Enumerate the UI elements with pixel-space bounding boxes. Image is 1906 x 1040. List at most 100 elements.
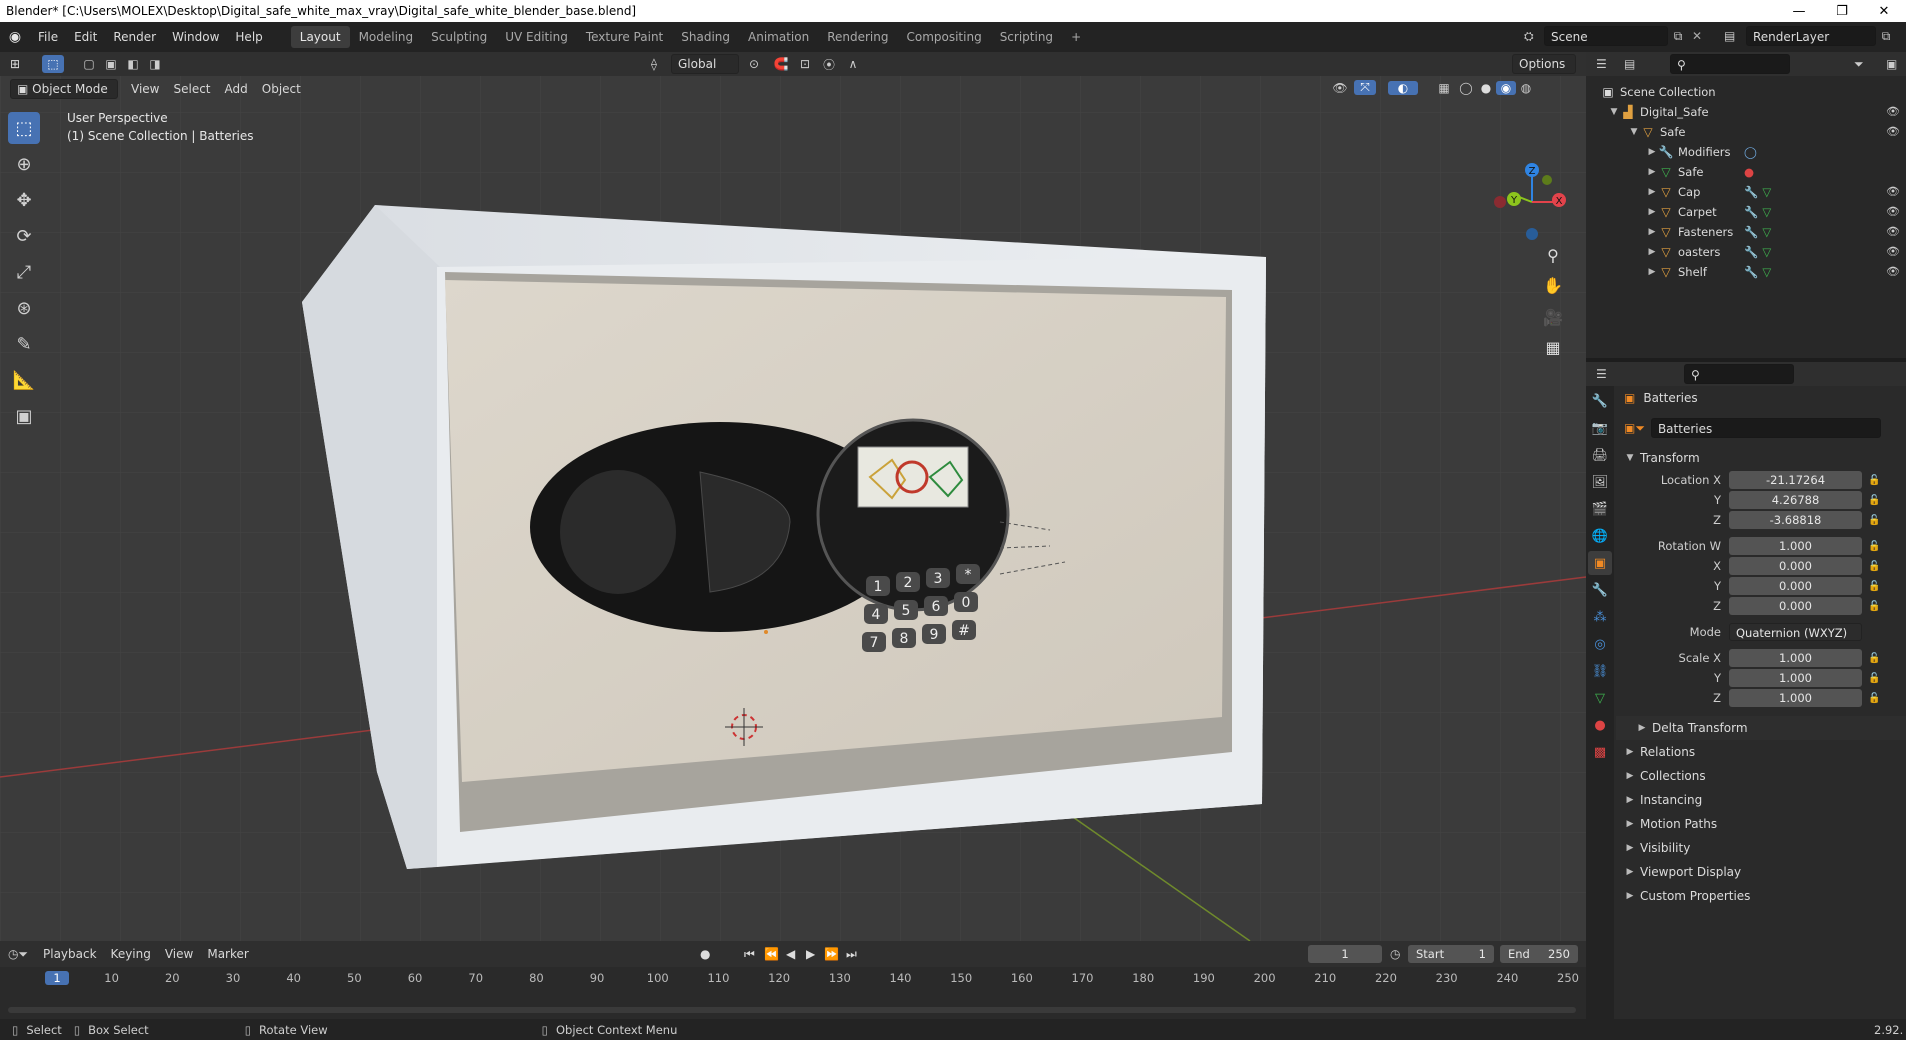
- lock-icon[interactable]: 🔓: [1868, 475, 1880, 486]
- modifier-toggle-icon[interactable]: ◯: [1744, 142, 1757, 162]
- tab-rendering[interactable]: Rendering: [818, 26, 897, 48]
- mesh-data-icon[interactable]: ▽: [1762, 242, 1771, 262]
- mesh-data-icon[interactable]: ▽: [1762, 182, 1771, 202]
- tab-texture-paint[interactable]: Texture Paint: [577, 26, 672, 48]
- tab-uv-editing[interactable]: UV Editing: [496, 26, 577, 48]
- lock-icon[interactable]: 🔓: [1868, 515, 1880, 526]
- keypad-key[interactable]: 8: [892, 628, 916, 648]
- move-tool-icon[interactable]: ✥: [8, 184, 40, 216]
- filter-icon[interactable]: ⏷: [1854, 57, 1864, 72]
- keypad-key[interactable]: *: [956, 564, 980, 584]
- select-mode-subtract-icon[interactable]: ◧: [122, 57, 144, 71]
- panel-relations[interactable]: ▶ Relations: [1616, 740, 1906, 764]
- render-tab-icon[interactable]: 📷: [1588, 416, 1612, 440]
- keypad-key[interactable]: 0: [954, 592, 978, 612]
- outliner-row-modifiers[interactable]: ▶ 🔧 Modifiers ◯: [1586, 142, 1906, 162]
- start-frame-field[interactable]: Start 1: [1408, 945, 1494, 963]
- keypad-key[interactable]: 1: [866, 576, 890, 596]
- keypad-key[interactable]: 6: [924, 596, 948, 616]
- lock-icon[interactable]: 🔓: [1868, 601, 1880, 612]
- blender-logo-icon[interactable]: ◉: [0, 29, 30, 45]
- lock-icon[interactable]: 🔓: [1868, 561, 1880, 572]
- object-name-field[interactable]: Batteries: [1650, 418, 1881, 438]
- play-reverse-icon[interactable]: ◀: [786, 947, 795, 961]
- transform-orientation-dropdown[interactable]: Global: [671, 54, 739, 74]
- panel-instancing[interactable]: ▶ Instancing: [1616, 788, 1906, 812]
- snap-target-icon[interactable]: ⊡: [793, 57, 817, 71]
- auto-keying-icon[interactable]: ●: [700, 947, 710, 961]
- expand-arrow-icon[interactable]: ▶: [1646, 182, 1658, 202]
- tab-scripting[interactable]: Scripting: [991, 26, 1062, 48]
- lock-handle[interactable]: [560, 470, 676, 594]
- select-mode-invert-icon[interactable]: ◨: [144, 57, 166, 71]
- timeline-menu-view[interactable]: View: [158, 944, 200, 964]
- scale-x-field[interactable]: 1.000: [1729, 649, 1862, 667]
- tool-tab-icon[interactable]: 🔧: [1588, 389, 1612, 413]
- camera-view-icon[interactable]: 🎥: [1540, 304, 1566, 330]
- timeline-ruler[interactable]: 1 10 20 30 40 50 60 70 80 90 100 110 120 130 140 150 160…: [0, 969, 1586, 991]
- expand-arrow-icon[interactable]: ▼: [1608, 102, 1620, 122]
- snap-icon[interactable]: 🧲: [769, 57, 793, 71]
- location-x-field[interactable]: -21.17264: [1729, 471, 1862, 489]
- lock-icon[interactable]: 🔓: [1868, 541, 1880, 552]
- expand-arrow-icon[interactable]: ▼: [1628, 122, 1640, 142]
- rendered-shading-icon[interactable]: ◍: [1516, 81, 1536, 95]
- properties-editor-icon[interactable]: ☰: [1596, 367, 1624, 381]
- outliner-row-fasteners[interactable]: ▶ ▽ Fasteners 🔧 ▽ 👁: [1586, 222, 1906, 242]
- visibility-eye-icon[interactable]: 👁: [1886, 222, 1900, 242]
- timeline-menu-playback[interactable]: Playback: [36, 944, 104, 964]
- viewport-menu-view[interactable]: View: [124, 79, 166, 99]
- expand-arrow-icon[interactable]: ▶: [1646, 162, 1658, 182]
- transform-tool-icon[interactable]: ⊛: [8, 292, 40, 324]
- select-mode-new-icon[interactable]: ▢: [78, 57, 100, 71]
- expand-arrow-icon[interactable]: ▶: [1646, 262, 1658, 282]
- add-cube-tool-icon[interactable]: ▣: [8, 400, 40, 432]
- jump-keyframe-forward-icon[interactable]: ⏩: [824, 947, 839, 961]
- rotate-tool-icon[interactable]: ⟳: [8, 220, 40, 252]
- panel-viewport-display[interactable]: ▶ Viewport Display: [1616, 860, 1906, 884]
- mesh-data-icon[interactable]: ▽: [1762, 202, 1771, 222]
- visibility-eye-icon[interactable]: 👁: [1886, 262, 1900, 282]
- minimize-button[interactable]: —: [1779, 0, 1819, 22]
- falloff-icon[interactable]: ∧: [841, 57, 865, 71]
- panel-custom-properties[interactable]: ▶ Custom Properties: [1616, 884, 1906, 908]
- outliner-row-carpet[interactable]: ▶ ▽ Carpet 🔧 ▽ 👁: [1586, 202, 1906, 222]
- cursor-tool-icon[interactable]: ⊕: [8, 148, 40, 180]
- menu-window[interactable]: Window: [164, 26, 227, 48]
- mesh-data-icon[interactable]: ▽: [1762, 222, 1771, 242]
- new-view-layer-icon[interactable]: ⧉: [1876, 29, 1896, 44]
- material-tab-icon[interactable]: ●: [1588, 713, 1612, 737]
- outliner-row-collection[interactable]: ▼ ▟ Digital_Safe 👁: [1586, 102, 1906, 122]
- lock-icon[interactable]: 🔓: [1868, 495, 1880, 506]
- tab-modeling[interactable]: Modeling: [350, 26, 423, 48]
- visibility-eye-icon[interactable]: 👁: [1886, 102, 1900, 122]
- scene-selector[interactable]: Scene: [1544, 26, 1668, 46]
- outliner-row-oasters[interactable]: ▶ ▽ oasters 🔧 ▽ 👁: [1586, 242, 1906, 262]
- constraints-tab-icon[interactable]: ⛓: [1588, 659, 1612, 683]
- viewport-menu-select[interactable]: Select: [166, 79, 217, 99]
- scale-tool-icon[interactable]: ⤢: [8, 256, 40, 288]
- world-tab-icon[interactable]: 🌐: [1588, 524, 1612, 548]
- rotation-y-field[interactable]: 0.000: [1729, 577, 1862, 595]
- expand-arrow-icon[interactable]: ▶: [1646, 242, 1658, 262]
- jump-keyframe-back-icon[interactable]: ⏪: [764, 947, 779, 961]
- jump-end-icon[interactable]: ⏭: [846, 947, 857, 962]
- timeline-editor-icon[interactable]: ◷⏷: [0, 947, 36, 962]
- viewport-menu-object[interactable]: Object: [255, 79, 308, 99]
- new-scene-icon[interactable]: ⧉: [1668, 29, 1688, 44]
- annotate-tool-icon[interactable]: ✎: [8, 328, 40, 360]
- view-layer-tab-icon[interactable]: 🖼: [1588, 470, 1612, 494]
- zoom-icon[interactable]: ⚲: [1540, 242, 1566, 268]
- preview-range-icon[interactable]: ◷: [1390, 947, 1400, 961]
- close-button[interactable]: ✕: [1864, 0, 1904, 22]
- select-mode-extend-icon[interactable]: ▣: [100, 57, 122, 71]
- new-collection-icon[interactable]: ▣: [1886, 57, 1897, 71]
- modifier-icon[interactable]: 🔧: [1744, 222, 1758, 242]
- outliner-row-parent[interactable]: ▼ ▽ Safe 👁: [1586, 122, 1906, 142]
- overlay-toggle-icon[interactable]: ◐: [1388, 80, 1418, 95]
- panel-collections[interactable]: ▶ Collections: [1616, 764, 1906, 788]
- object-name-label[interactable]: Batteries: [1643, 386, 1697, 410]
- timeline-menu-keying[interactable]: Keying: [104, 944, 158, 964]
- viewport-menu-add[interactable]: Add: [218, 79, 255, 99]
- xray-icon[interactable]: ▦: [1432, 81, 1456, 95]
